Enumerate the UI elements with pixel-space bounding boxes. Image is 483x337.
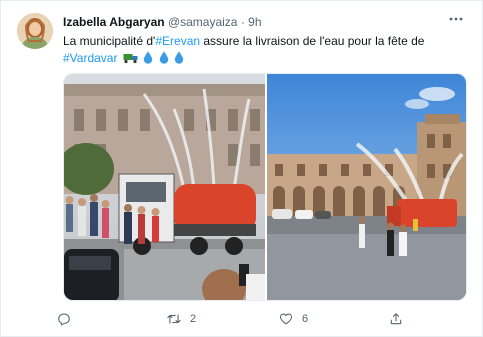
- tweet-text: La municipalité d'#Erevan assure la livr…: [63, 33, 463, 69]
- like-count: 6: [302, 313, 309, 325]
- tweet-media[interactable]: [63, 73, 467, 301]
- avatar[interactable]: [17, 13, 53, 49]
- droplet-emoji: [159, 51, 169, 69]
- more-icon[interactable]: [446, 11, 466, 31]
- reply-button[interactable]: [57, 307, 80, 331]
- droplet-emoji: [174, 51, 184, 69]
- truck-emoji: [123, 52, 138, 69]
- tweet-text-part: La municipalité d': [63, 34, 156, 48]
- author-handle[interactable]: @samayaiza: [168, 15, 238, 29]
- hashtag-vardavar[interactable]: #Vardavar: [63, 51, 117, 65]
- share-icon: [390, 313, 402, 325]
- photo-square-spray[interactable]: [267, 74, 466, 300]
- retweet-count: 2: [190, 313, 197, 325]
- like-button[interactable]: 6: [279, 307, 308, 331]
- hashtag-erevan[interactable]: #Erevan: [155, 34, 200, 48]
- avatar-image: [17, 13, 53, 49]
- retweet-button[interactable]: 2: [167, 307, 196, 331]
- tweet-actions: 2 6: [57, 307, 457, 331]
- retweet-icon: [167, 314, 181, 324]
- droplet-emoji: [143, 51, 153, 69]
- tweet-text-part: assure la livraison de l'eau pour la fêt…: [200, 34, 425, 48]
- tweet-time[interactable]: 9h: [248, 15, 261, 29]
- tweet-header: Izabella Abgaryan @samayaiza · 9h: [63, 15, 262, 30]
- share-button[interactable]: [389, 307, 412, 331]
- author-name[interactable]: Izabella Abgaryan: [63, 15, 165, 29]
- tweet-card[interactable]: Izabella Abgaryan @samayaiza · 9h La mun…: [0, 0, 483, 337]
- heart-icon: [279, 313, 293, 325]
- photo-water-truck[interactable]: [64, 74, 265, 300]
- reply-icon: [58, 313, 70, 326]
- header-separator: ·: [240, 15, 245, 29]
